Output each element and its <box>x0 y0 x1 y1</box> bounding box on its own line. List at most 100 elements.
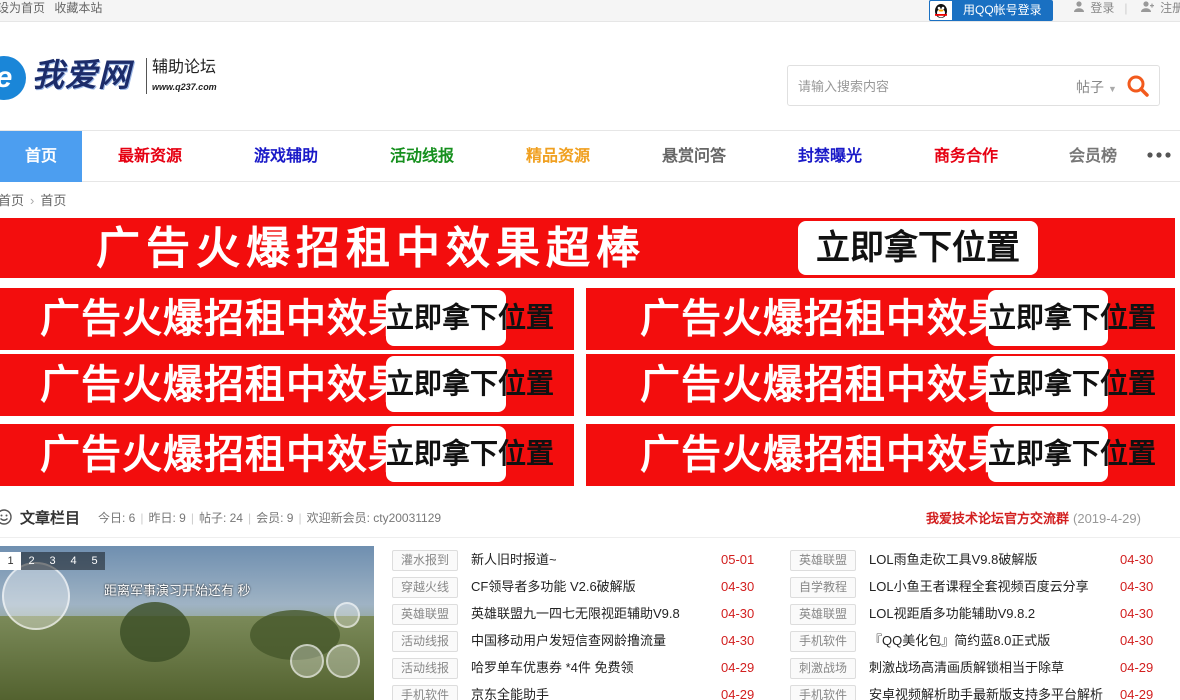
slide-page-button[interactable]: 3 <box>42 552 63 570</box>
stat-separator: | <box>190 511 194 525</box>
ad-banner[interactable]: 广告火爆招租中效果超棒 立即拿下位置 <box>0 288 574 350</box>
register-link[interactable]: 注册 <box>1160 1 1180 15</box>
ad-cta: 立即拿下位置 <box>988 426 1156 482</box>
stat-yesterday: 昨日: 9 <box>148 511 186 525</box>
list-item: 灌水报到 新人旧时报道~ 05-01 <box>392 548 762 575</box>
category-tag[interactable]: 灌水报到 <box>392 550 458 571</box>
logo-text: 我爱网 <box>32 57 132 93</box>
category-tag[interactable]: 英雄联盟 <box>790 550 856 571</box>
nav-item-premium[interactable]: 精品资源 <box>517 131 599 182</box>
logo-mark-icon: e <box>0 56 26 100</box>
article-title[interactable]: 京东全能助手 <box>471 686 716 700</box>
article-title[interactable]: 中国移动用户发短信查网龄撸流量 <box>471 632 716 650</box>
search-icon <box>1127 75 1149 97</box>
list-item: 活动线报 哈罗单车优惠券 *4件 免费领 04-29 <box>392 656 762 683</box>
login-link[interactable]: 登录 <box>1090 1 1114 15</box>
nav-item-home[interactable]: 首页 <box>0 131 82 182</box>
link-separator: | <box>1124 1 1128 15</box>
top-bar: 设为首页 收藏本站 用QQ帐号登录 登录 | 注册 <box>0 0 1180 22</box>
ad-banner[interactable]: 广告火爆招租中效果超棒 立即拿下位置 <box>0 424 574 486</box>
article-title[interactable]: LOL视距盾多功能辅助V9.8.2 <box>869 605 1109 623</box>
list-item: 穿越火线 CF领导者多功能 V2.6破解版 04-30 <box>392 575 762 602</box>
article-section-header: 文章栏目 今日: 6 | 昨日: 9 | 帖子: 24 | 会员: 9 | 欢迎新会员: cty… <box>0 496 1180 538</box>
stat-separator: | <box>140 511 144 525</box>
ad-banner[interactable]: 广告火爆招租中效果超棒 立即拿下位置 <box>0 218 1175 278</box>
nav-item-label: 会员榜 <box>1068 148 1117 165</box>
ad-banner[interactable]: 广告火爆招租中效果超棒 立即拿下位置 <box>586 424 1175 486</box>
logo-subtitle: 辅助论坛 <box>152 59 217 76</box>
stat-posts: 帖子: 24 <box>198 511 243 525</box>
category-tag[interactable]: 英雄联盟 <box>392 604 458 625</box>
slide-page-button[interactable]: 4 <box>63 552 84 570</box>
ad-banner[interactable]: 广告火爆招租中效果超棒 立即拿下位置 <box>0 354 574 416</box>
site-logo[interactable]: e 我爱网 辅助论坛 www.q237.com <box>0 52 250 100</box>
article-title[interactable]: 『QQ美化包』简约蓝8.0正式版 <box>869 632 1109 650</box>
article-date: 04-29 <box>721 687 755 700</box>
notice-text: 我爱技术论坛官方交流群 <box>926 511 1070 526</box>
article-title[interactable]: 哈罗单车优惠券 *4件 免费领 <box>471 659 716 677</box>
more-menu-button[interactable] <box>1147 145 1171 165</box>
search-input[interactable] <box>798 75 1058 97</box>
article-title[interactable]: 英雄联盟九一四七无限视距辅助V9.8 <box>471 605 716 623</box>
stat-welcome: 欢迎新会员: cty20031129 <box>306 511 442 525</box>
bookmark-link[interactable]: 收藏本站 <box>54 1 102 15</box>
qq-login-button[interactable]: 用QQ帐号登录 <box>929 0 1053 21</box>
article-title[interactable]: 安卓视频解析助手最新版支持多平台解析 <box>869 686 1109 700</box>
category-tag[interactable]: 穿越火线 <box>392 577 458 598</box>
list-item: 手机软件 『QQ美化包』简约蓝8.0正式版 04-30 <box>790 629 1160 656</box>
nav-item-game-cheats[interactable]: 游戏辅助 <box>245 131 327 182</box>
category-tag[interactable]: 手机软件 <box>790 631 856 652</box>
notice-link[interactable]: 我爱技术论坛官方交流群 (2019-4-29) <box>926 508 1141 527</box>
nav-item-label: 精品资源 <box>525 148 590 165</box>
category-tag[interactable]: 自学教程 <box>790 577 856 598</box>
search-scope-label: 帖子 <box>1076 79 1104 95</box>
category-tag[interactable]: 手机软件 <box>790 685 856 700</box>
ad-banner[interactable]: 广告火爆招租中效果超棒 立即拿下位置 <box>586 288 1175 350</box>
article-title[interactable]: 刺激战场高清画质解锁相当于除草 <box>869 659 1109 677</box>
category-tag[interactable]: 刺激战场 <box>790 658 856 679</box>
category-tag[interactable]: 英雄联盟 <box>790 604 856 625</box>
slide-scenery <box>120 602 190 662</box>
breadcrumb: 首页 › 首页 <box>0 190 66 209</box>
slide-page-button[interactable]: 2 <box>21 552 42 570</box>
article-title[interactable]: LOL小鱼王者课程全套视频百度云分享 <box>869 578 1109 596</box>
fist-button-icon <box>2 562 70 630</box>
nav-item-deals[interactable]: 活动线报 <box>381 131 463 182</box>
set-homepage-link[interactable]: 设为首页 <box>0 1 45 15</box>
search-scope-select[interactable]: 帖子 ▼ <box>1076 77 1117 97</box>
list-item: 英雄联盟 英雄联盟九一四七无限视距辅助V9.8 04-30 <box>392 602 762 629</box>
section-title: 文章栏目 <box>20 510 81 527</box>
logo-divider <box>146 58 147 94</box>
nav-item-bounty-qa[interactable]: 悬赏问答 <box>653 131 735 182</box>
main-nav: 首页 最新资源 游戏辅助 活动线报 精品资源 悬赏问答 封禁曝光 商务合作 会员… <box>0 130 1180 182</box>
nav-item-member-rank[interactable]: 会员榜 <box>1061 131 1125 182</box>
article-date: 04-30 <box>1120 579 1154 594</box>
nav-item-label: 最新资源 <box>117 148 182 165</box>
breadcrumb-item[interactable]: 首页 <box>40 193 66 208</box>
article-date: 04-29 <box>1120 660 1154 675</box>
breadcrumb-item[interactable]: 首页 <box>0 193 24 208</box>
nav-item-business[interactable]: 商务合作 <box>925 131 1007 182</box>
forum-stats: 今日: 6 | 昨日: 9 | 帖子: 24 | 会员: 9 | 欢迎新会员: cty20031… <box>98 509 441 526</box>
article-title[interactable]: 新人旧时报道~ <box>471 551 716 569</box>
slide-caption: 距离军事演习开始还有 秒 <box>104 583 251 598</box>
ad-cta: 立即拿下位置 <box>988 356 1156 412</box>
slide-page-button[interactable]: 5 <box>84 552 105 570</box>
top-links: 设为首页 收藏本站 <box>0 0 108 16</box>
category-tag[interactable]: 手机软件 <box>392 685 458 700</box>
nav-item-latest[interactable]: 最新资源 <box>109 131 191 182</box>
breadcrumb-separator-icon: › <box>30 193 35 208</box>
caret-down-icon: ▼ <box>1108 84 1117 94</box>
nav-item-ban-exposure[interactable]: 封禁曝光 <box>789 131 871 182</box>
ad-banner[interactable]: 广告火爆招租中效果超棒 立即拿下位置 <box>586 354 1175 416</box>
category-tag[interactable]: 活动线报 <box>392 631 458 652</box>
search-button[interactable] <box>1126 74 1152 98</box>
article-title[interactable]: LOL雨鱼走砍工具V9.8破解版 <box>869 551 1109 569</box>
image-slideshow[interactable]: 距离军事演习开始还有 秒 1 2 3 4 5 <box>0 546 374 700</box>
slide-page-button[interactable]: 1 <box>0 552 21 570</box>
article-title[interactable]: CF领导者多功能 V2.6破解版 <box>471 578 716 596</box>
category-tag[interactable]: 活动线报 <box>392 658 458 679</box>
more-dots-icon <box>1147 152 1171 158</box>
stat-separator: | <box>298 511 302 525</box>
list-item: 手机软件 京东全能助手 04-29 <box>392 683 762 700</box>
